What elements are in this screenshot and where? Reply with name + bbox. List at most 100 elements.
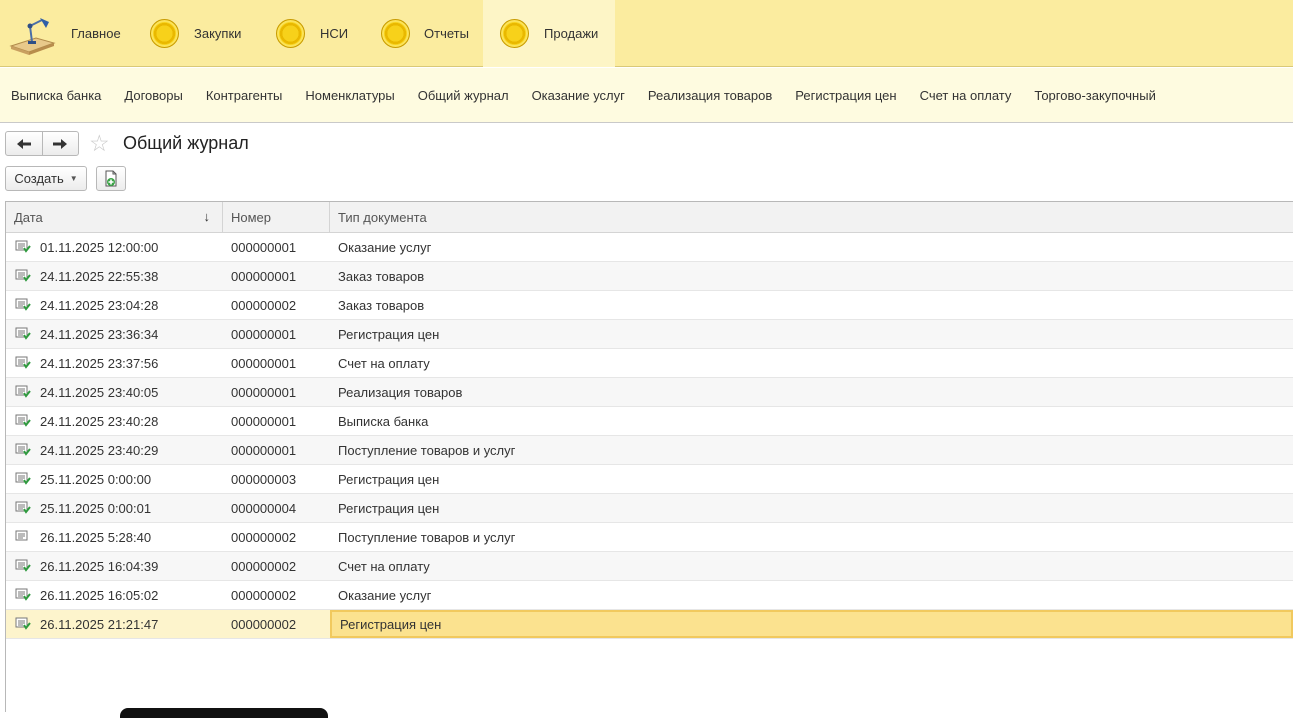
- subnav-counterparties[interactable]: Контрагенты: [206, 88, 283, 103]
- chevron-down-icon: ▼: [69, 174, 78, 183]
- section-label: Закупки: [194, 26, 242, 41]
- cell-number: 000000001: [223, 407, 330, 435]
- column-header-label: Номер: [231, 209, 272, 225]
- date-value: 26.11.2025 16:04:39: [40, 558, 159, 574]
- doc-type-value: Поступление товаров и услуг: [338, 442, 516, 458]
- number-value: 000000001: [231, 239, 297, 255]
- table-row[interactable]: 24.11.2025 22:55:38 000000001 Заказ товаро…: [6, 262, 1293, 291]
- table-row[interactable]: 26.11.2025 5:28:40 000000002 Поступление т…: [6, 523, 1293, 552]
- document-posted-icon: [15, 558, 31, 575]
- date-value: 25.11.2025 0:00:00: [40, 471, 152, 487]
- home-desk-icon: [8, 12, 58, 56]
- cell-doc-type: Заказ товаров: [330, 262, 1293, 290]
- cell-date: 01.11.2025 12:00:00: [6, 233, 223, 261]
- table-row[interactable]: 24.11.2025 23:40:29 000000001 Поступление …: [6, 436, 1293, 465]
- cell-doc-type: Регистрация цен: [330, 610, 1293, 638]
- coin-icon: [150, 19, 179, 48]
- doc-type-value: Оказание услуг: [338, 587, 432, 603]
- star-icon[interactable]: ☆: [89, 130, 110, 156]
- table-row[interactable]: 24.11.2025 23:04:28 000000002 Заказ товаро…: [6, 291, 1293, 320]
- subnav-price-registration[interactable]: Регистрация цен: [795, 88, 896, 103]
- subnav-bank-statement[interactable]: Выписка банка: [11, 88, 101, 103]
- subnav-nomenclature[interactable]: Номенклатуры: [305, 88, 394, 103]
- table-row[interactable]: 24.11.2025 23:36:34 000000001 Регистрация …: [6, 320, 1293, 349]
- subnav-invoice[interactable]: Счет на оплату: [920, 88, 1012, 103]
- document-posted-icon: [15, 413, 31, 430]
- subnav-general-journal[interactable]: Общий журнал: [418, 88, 509, 103]
- sections-panel: Главное Закупки НСИ Отчеты Продажи: [0, 0, 1293, 67]
- cell-doc-type: Оказание услуг: [330, 233, 1293, 261]
- table-row[interactable]: 25.11.2025 0:00:01 000000004 Регистрация ц…: [6, 494, 1293, 523]
- table-row[interactable]: 26.11.2025 16:05:02 000000002 Оказание усл…: [6, 581, 1293, 610]
- cell-date: 25.11.2025 0:00:00: [6, 465, 223, 493]
- cell-number: 000000001: [223, 378, 330, 406]
- create-button[interactable]: Создать ▼: [5, 166, 87, 191]
- cell-number: 000000004: [223, 494, 330, 522]
- forward-button[interactable]: [41, 132, 78, 155]
- table-row[interactable]: 26.11.2025 16:04:39 000000002 Счет на опла…: [6, 552, 1293, 581]
- document-icon: [15, 529, 31, 546]
- table-row[interactable]: 24.11.2025 23:37:56 000000001 Счет на опла…: [6, 349, 1293, 378]
- section-label: НСИ: [320, 26, 349, 41]
- section-main[interactable]: Главное: [0, 0, 142, 67]
- document-posted-icon: [15, 297, 31, 314]
- column-header-number[interactable]: Номер: [223, 202, 330, 232]
- date-value: 24.11.2025 23:40:29: [40, 442, 159, 458]
- cell-date: 26.11.2025 16:05:02: [6, 581, 223, 609]
- doc-type-value: Счет на оплату: [338, 558, 430, 574]
- column-header-label: Тип документа: [338, 209, 427, 225]
- section-sales[interactable]: Продажи: [483, 0, 615, 67]
- number-value: 000000002: [231, 587, 297, 603]
- section-purchases[interactable]: Закупки: [142, 0, 267, 67]
- document-posted-icon: [15, 384, 31, 401]
- copy-document-button[interactable]: [96, 166, 126, 191]
- cell-doc-type: Регистрация цен: [330, 494, 1293, 522]
- date-value: 26.11.2025 21:21:47: [40, 616, 159, 632]
- subnav-trade-purchase[interactable]: Торгово-закупочный: [1034, 88, 1155, 103]
- table-row[interactable]: 24.11.2025 23:40:05 000000001 Реализация т…: [6, 378, 1293, 407]
- document-posted-icon: [15, 616, 31, 633]
- cell-doc-type: Оказание услуг: [330, 581, 1293, 609]
- history-nav: [5, 131, 79, 156]
- document-posted-icon: [15, 268, 31, 285]
- cell-number: 000000001: [223, 320, 330, 348]
- column-header-date[interactable]: Дата ↓: [6, 202, 223, 232]
- number-value: 000000002: [231, 529, 297, 545]
- back-button[interactable]: [6, 132, 42, 155]
- doc-type-value: Оказание услуг: [338, 239, 432, 255]
- cell-number: 000000002: [223, 581, 330, 609]
- doc-type-value: Поступление товаров и услуг: [338, 529, 516, 545]
- subnav-services[interactable]: Оказание услуг: [532, 88, 625, 103]
- cell-number: 000000001: [223, 233, 330, 261]
- subnav-goods-sales[interactable]: Реализация товаров: [648, 88, 772, 103]
- number-value: 000000002: [231, 297, 297, 313]
- section-nsi[interactable]: НСИ: [267, 0, 373, 67]
- date-value: 24.11.2025 23:40:28: [40, 413, 159, 429]
- cell-number: 000000002: [223, 610, 330, 638]
- cell-doc-type: Заказ товаров: [330, 291, 1293, 319]
- date-value: 01.11.2025 12:00:00: [40, 239, 159, 255]
- number-value: 000000003: [231, 471, 297, 487]
- section-reports[interactable]: Отчеты: [373, 0, 483, 67]
- number-value: 000000001: [231, 442, 297, 458]
- cell-date: 24.11.2025 23:40:29: [6, 436, 223, 464]
- document-posted-icon: [15, 442, 31, 459]
- date-value: 24.11.2025 22:55:38: [40, 268, 159, 284]
- doc-type-value: Выписка банка: [338, 413, 429, 429]
- table-row[interactable]: 01.11.2025 12:00:00 000000001 Оказание усл…: [6, 233, 1293, 262]
- document-posted-icon: [15, 587, 31, 604]
- bottom-overlay: [120, 708, 328, 718]
- section-subnav: Выписка банка Договоры Контрагенты Номен…: [0, 68, 1293, 123]
- cell-number: 000000001: [223, 349, 330, 377]
- journal-table[interactable]: Дата ↓ Номер Тип документа 01.11.2025 12…: [5, 201, 1293, 712]
- table-row[interactable]: 26.11.2025 21:21:47 000000002 Регистрация …: [6, 610, 1293, 639]
- cell-date: 24.11.2025 23:40:05: [6, 378, 223, 406]
- table-row[interactable]: 25.11.2025 0:00:00 000000003 Регистрация ц…: [6, 465, 1293, 494]
- copy-document-icon: [105, 170, 117, 186]
- table-row[interactable]: 24.11.2025 23:40:28 000000001 Выписка банк…: [6, 407, 1293, 436]
- number-value: 000000001: [231, 384, 297, 400]
- column-header-doc-type[interactable]: Тип документа: [330, 202, 1293, 232]
- cell-doc-type: Поступление товаров и услуг: [330, 436, 1293, 464]
- subnav-contracts[interactable]: Договоры: [124, 88, 182, 103]
- cell-number: 000000001: [223, 436, 330, 464]
